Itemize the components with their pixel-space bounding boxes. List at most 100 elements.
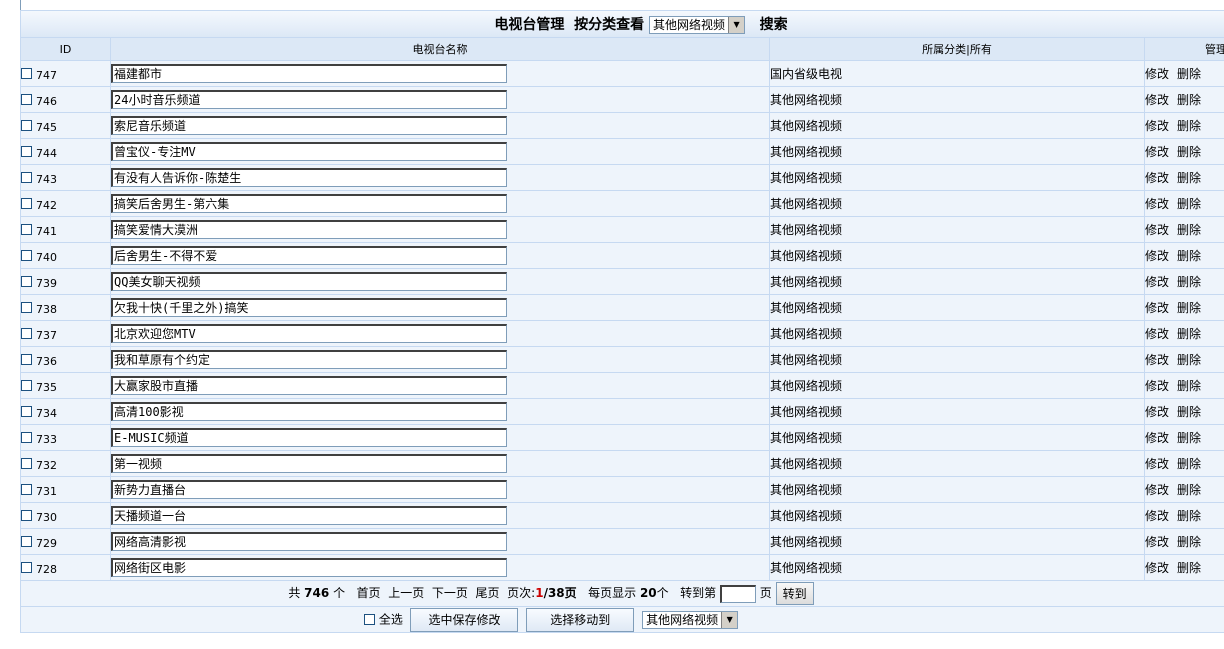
col-header-id: ID <box>21 38 110 60</box>
edit-link[interactable]: 修改 <box>1145 301 1169 315</box>
edit-link[interactable]: 修改 <box>1145 327 1169 341</box>
station-name-input[interactable]: 北京欢迎您MTV <box>111 324 507 343</box>
station-name-input[interactable]: 搞笑爱情大漠洲 <box>111 220 507 239</box>
goto-button[interactable]: 转到 <box>775 582 814 605</box>
delete-link[interactable]: 删除 <box>1177 431 1201 445</box>
row-checkbox[interactable] <box>21 380 32 392</box>
station-name-input[interactable]: 大赢家股市直播 <box>111 376 507 395</box>
row-checkbox[interactable] <box>21 536 32 548</box>
edit-link[interactable]: 修改 <box>1145 275 1169 289</box>
select-all-checkbox[interactable] <box>363 614 375 625</box>
edit-link[interactable]: 修改 <box>1145 223 1169 237</box>
delete-link[interactable]: 删除 <box>1177 327 1201 341</box>
save-selected-button[interactable]: 选中保存修改 <box>410 607 519 632</box>
edit-link[interactable]: 修改 <box>1145 67 1169 81</box>
move-category-select[interactable]: 其他网络视频 ▼ <box>642 610 739 629</box>
edit-link[interactable]: 修改 <box>1145 405 1169 419</box>
edit-link[interactable]: 修改 <box>1145 483 1169 497</box>
row-checkbox[interactable] <box>21 68 32 80</box>
last-page-link[interactable]: 尾页 <box>476 586 500 600</box>
goto-page-input[interactable] <box>719 584 756 603</box>
station-name-input[interactable]: 我和草原有个约定 <box>111 350 507 369</box>
row-checkbox[interactable] <box>21 562 32 574</box>
row-checkbox[interactable] <box>21 250 32 262</box>
delete-link[interactable]: 删除 <box>1177 301 1201 315</box>
delete-link[interactable]: 删除 <box>1177 145 1201 159</box>
edit-link[interactable]: 修改 <box>1145 119 1169 133</box>
delete-link[interactable]: 删除 <box>1177 197 1201 211</box>
row-checkbox[interactable] <box>21 302 32 314</box>
edit-link[interactable]: 修改 <box>1145 145 1169 159</box>
row-checkbox[interactable] <box>21 146 32 158</box>
delete-link[interactable]: 删除 <box>1177 379 1201 393</box>
row-checkbox[interactable] <box>21 510 32 522</box>
edit-link[interactable]: 修改 <box>1145 457 1169 471</box>
edit-link[interactable]: 修改 <box>1145 431 1169 445</box>
edit-link[interactable]: 修改 <box>1145 379 1169 393</box>
row-checkbox[interactable] <box>21 328 32 340</box>
row-id: 742 <box>36 199 57 213</box>
row-checkbox[interactable] <box>21 458 32 470</box>
row-checkbox[interactable] <box>21 432 32 444</box>
row-checkbox[interactable] <box>21 198 32 210</box>
station-name-input[interactable]: 第一视频 <box>111 454 507 473</box>
row-checkbox[interactable] <box>21 354 32 366</box>
station-name-input[interactable]: 有没有人告诉你-陈楚生 <box>111 168 507 187</box>
station-name-input[interactable]: 索尼音乐频道 <box>111 116 507 135</box>
delete-link[interactable]: 删除 <box>1177 509 1201 523</box>
edit-link[interactable]: 修改 <box>1145 353 1169 367</box>
edit-link[interactable]: 修改 <box>1145 249 1169 263</box>
station-name-input[interactable]: 后舍男生-不得不爱 <box>111 246 507 265</box>
row-checkbox[interactable] <box>21 120 32 132</box>
delete-link[interactable]: 删除 <box>1177 353 1201 367</box>
station-name-input[interactable]: 曾宝仪-专注MV <box>111 142 507 161</box>
delete-link[interactable]: 删除 <box>1177 171 1201 185</box>
delete-link[interactable]: 删除 <box>1177 119 1201 133</box>
station-name-input[interactable]: 福建都市 <box>111 64 507 83</box>
delete-link[interactable]: 删除 <box>1177 223 1201 237</box>
row-name-cell: 新势力直播台 <box>111 477 769 502</box>
row-checkbox[interactable] <box>21 406 32 418</box>
row-checkbox[interactable] <box>21 224 32 236</box>
col-header-category[interactable]: 所属分类|所有 <box>770 38 1144 60</box>
station-name-input[interactable]: 搞笑后舍男生-第六集 <box>111 194 507 213</box>
station-name-input[interactable]: 天播频道一台 <box>111 506 507 525</box>
col-header-category-label[interactable]: 所属分类|所有 <box>922 43 992 56</box>
next-page-link[interactable]: 下一页 <box>432 586 468 600</box>
delete-link[interactable]: 删除 <box>1177 249 1201 263</box>
row-checkbox[interactable] <box>21 276 32 288</box>
station-name-input[interactable]: 新势力直播台 <box>111 480 507 499</box>
delete-link[interactable]: 删除 <box>1177 275 1201 289</box>
delete-link[interactable]: 删除 <box>1177 483 1201 497</box>
station-name-input[interactable]: E-MUSIC频道 <box>111 428 507 447</box>
delete-link[interactable]: 删除 <box>1177 67 1201 81</box>
row-checkbox[interactable] <box>21 172 32 184</box>
station-name-input[interactable]: 高清100影视 <box>111 402 507 421</box>
delete-link[interactable]: 删除 <box>1177 535 1201 549</box>
move-selected-button[interactable]: 选择移动到 <box>526 607 635 632</box>
delete-link[interactable]: 删除 <box>1177 405 1201 419</box>
table-row: 746 24小时音乐频道 其他网络视频 修改 删除 <box>21 87 1224 112</box>
prev-page-link[interactable]: 上一页 <box>388 586 424 600</box>
station-name-input[interactable]: 24小时音乐频道 <box>111 90 507 109</box>
row-category: 其他网络视频 <box>770 529 1144 554</box>
station-name-input[interactable]: QQ美女聊天视频 <box>111 272 507 291</box>
row-id-cell: 733 <box>21 425 110 450</box>
delete-link[interactable]: 删除 <box>1177 93 1201 107</box>
search-link[interactable]: 搜索 <box>760 17 788 33</box>
edit-link[interactable]: 修改 <box>1145 171 1169 185</box>
row-checkbox[interactable] <box>21 484 32 496</box>
edit-link[interactable]: 修改 <box>1145 509 1169 523</box>
edit-link[interactable]: 修改 <box>1145 561 1169 575</box>
delete-link[interactable]: 删除 <box>1177 561 1201 575</box>
delete-link[interactable]: 删除 <box>1177 457 1201 471</box>
station-name-input[interactable]: 网络高清影视 <box>111 532 507 551</box>
station-name-input[interactable]: 网络街区电影 <box>111 558 507 577</box>
station-name-input[interactable]: 欠我十快(千里之外)搞笑 <box>111 298 507 317</box>
category-filter-select[interactable]: 其他网络视频 ▼ <box>649 16 746 34</box>
first-page-link[interactable]: 首页 <box>357 586 381 600</box>
row-checkbox[interactable] <box>21 94 32 106</box>
edit-link[interactable]: 修改 <box>1145 535 1169 549</box>
edit-link[interactable]: 修改 <box>1145 197 1169 211</box>
edit-link[interactable]: 修改 <box>1145 93 1169 107</box>
